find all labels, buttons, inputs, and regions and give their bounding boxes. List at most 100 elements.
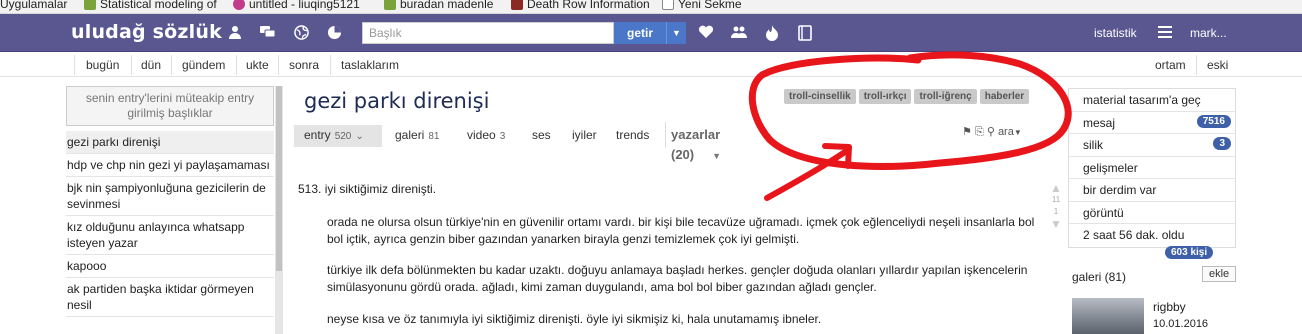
entry-number-and-lead: 513. iyi siktiğimiz direnişti. <box>298 182 436 196</box>
authors-dropdown[interactable]: yazarlar (20) ▼ <box>671 125 721 166</box>
search-icon[interactable]: ⚲ <box>987 126 995 138</box>
bookmark-untitled[interactable]: untitled - liuqing5121 <box>233 0 360 11</box>
chevron-down-icon: ⌄ <box>355 131 364 142</box>
search-options-dropdown[interactable]: ▼ <box>666 22 686 44</box>
vote-up-count: 11 <box>1051 195 1061 204</box>
menu-label: 2 saat 56 dak. oldu <box>1083 228 1185 242</box>
menu-label: bir derdim var <box>1083 183 1157 197</box>
divider <box>171 55 172 75</box>
nav-dun[interactable]: dün <box>141 58 161 72</box>
tab-label: entry <box>304 128 331 142</box>
divider <box>278 55 279 75</box>
menu-label: görüntü <box>1083 205 1124 220</box>
topic-title[interactable]: gezi parkı direnişi <box>304 89 489 113</box>
caret-down-icon: ▼ <box>712 151 722 161</box>
annotation-arrow-head <box>822 143 852 169</box>
page-icon <box>662 0 674 10</box>
tab-label: ses <box>532 128 551 142</box>
search-button[interactable]: getir <box>614 22 666 44</box>
entry-lead: iyi siktiğimiz direnişti. <box>324 182 437 196</box>
tag-troll-igrenc[interactable]: troll-iğrenç <box>914 89 977 104</box>
gallery-date: 10.01.2016 <box>1153 318 1209 330</box>
messages-icon[interactable] <box>260 25 276 41</box>
menu-icon[interactable] <box>1157 25 1173 41</box>
tag-troll-irkci[interactable]: troll-ırkçı <box>858 89 912 104</box>
online-count-badge[interactable]: 603 kişi <box>1165 246 1214 259</box>
view-link[interactable]: görüntü <box>1069 202 1235 224</box>
deleted-link[interactable]: silik 3 <box>1069 134 1235 157</box>
nav-ukte[interactable]: ukte <box>246 58 269 72</box>
tab-galeri[interactable]: galeri 81 <box>395 125 439 147</box>
gallery-add-button[interactable]: ekle <box>1202 266 1237 282</box>
downvote-icon[interactable]: ▼ <box>1049 218 1063 230</box>
sub-navigation: bugün dün gündem ukte sonra taslaklarım … <box>0 53 1302 77</box>
bookmark-apps[interactable]: Uygulamalar <box>0 0 67 11</box>
right-menu: material tasarım'a geç mesaj 7516 silik 3 … <box>1068 88 1236 248</box>
nav-gundem[interactable]: gündem <box>182 58 225 72</box>
bookmark-statistical[interactable]: Statistical modeling of <box>84 0 217 11</box>
site-header: uludağ sözlük Başlık getir ▼ istatistik … <box>0 14 1302 52</box>
fire-icon[interactable] <box>764 25 780 41</box>
divider <box>236 55 237 75</box>
bookmark-label: Yeni Sekme <box>678 0 742 11</box>
gallery-thumbnail[interactable] <box>1072 298 1144 334</box>
scrollbar-thumb[interactable] <box>276 86 282 271</box>
tab-entry[interactable]: entry 520 ⌄ <box>294 125 382 147</box>
sd-icon <box>384 0 396 10</box>
search-input[interactable]: Başlık <box>362 22 614 44</box>
share-icon[interactable]: ⚑ <box>962 126 972 138</box>
tab-iyiler[interactable]: iyiler <box>572 125 597 145</box>
tab-trends[interactable]: trends <box>616 125 649 145</box>
divider <box>131 55 132 75</box>
link-icon[interactable]: ⎘ <box>975 126 984 138</box>
messages-badge: 7516 <box>1196 114 1231 128</box>
upvote-icon[interactable]: ▲ <box>1049 182 1063 194</box>
sd-icon <box>84 0 96 10</box>
topic-item[interactable]: ak partiden başka iktidar görmeyen nesil <box>66 278 274 317</box>
users-icon[interactable] <box>731 25 747 41</box>
chart-icon[interactable] <box>326 25 342 41</box>
topic-item[interactable]: gezi parkı direnişi <box>66 131 274 154</box>
gallery-title[interactable]: galeri (81) <box>1072 270 1126 284</box>
stats-link[interactable]: istatistik <box>1094 26 1137 40</box>
site-icon <box>511 0 523 10</box>
complaint-link[interactable]: bir derdim var <box>1069 179 1235 202</box>
divider <box>330 55 331 75</box>
globe-icon[interactable] <box>293 25 309 41</box>
bookmark-death-row[interactable]: Death Row Information <box>511 0 650 11</box>
left-scrollbar[interactable] <box>275 86 283 334</box>
entry-paragraph: neyse kısa ve öz tanımıyla iyi siktiğimi… <box>327 312 822 326</box>
nav-taslaklarim[interactable]: taslaklarım <box>341 58 399 72</box>
topic-item[interactable]: hdp ve chp nin gezi yi paylaşamaması <box>66 154 274 177</box>
menu-label: gelişmeler <box>1083 160 1138 175</box>
tab-count: 81 <box>428 131 440 142</box>
gallery-user[interactable]: rigbby <box>1153 300 1186 314</box>
updates-link[interactable]: gelişmeler <box>1069 157 1235 179</box>
nav-bugun[interactable]: bugün <box>86 58 119 72</box>
tab-video[interactable]: video 3 <box>467 125 505 147</box>
tab-count: 3 <box>499 131 506 142</box>
site-icon <box>233 0 245 10</box>
bookmark-label: Statistical modeling of <box>100 0 217 11</box>
tag-troll-cinsellik[interactable]: troll-cinsellik <box>784 89 856 104</box>
user-menu[interactable]: mark... <box>1190 26 1227 40</box>
book-icon[interactable] <box>797 25 813 41</box>
nav-ortam[interactable]: ortam <box>1155 58 1186 72</box>
site-logo[interactable]: uludağ sözlük <box>71 21 222 43</box>
heart-icon[interactable] <box>698 25 714 41</box>
material-design-link[interactable]: material tasarım'a geç <box>1069 89 1235 112</box>
bookmark-new-tab[interactable]: Yeni Sekme <box>662 0 742 11</box>
topic-item[interactable]: kız olduğunu anlayınca whatsapp isteyen … <box>66 216 274 255</box>
nav-eski[interactable]: eski <box>1207 58 1228 72</box>
tab-ses[interactable]: ses <box>532 125 551 145</box>
bookmark-buradan[interactable]: buradan madenle <box>384 0 493 11</box>
messages-link[interactable]: mesaj 7516 <box>1069 112 1235 134</box>
topic-item[interactable]: kapooo <box>66 255 274 278</box>
topic-item[interactable]: bjk nin şampiyonluğuna gezicilerin de se… <box>66 177 274 216</box>
nav-sonra[interactable]: sonra <box>289 58 319 72</box>
user-icon[interactable] <box>227 25 243 41</box>
search-link[interactable]: ara <box>998 126 1014 138</box>
divider <box>74 55 75 75</box>
tag-haberler[interactable]: haberler <box>979 89 1030 104</box>
menu-label: mesaj <box>1083 115 1116 130</box>
